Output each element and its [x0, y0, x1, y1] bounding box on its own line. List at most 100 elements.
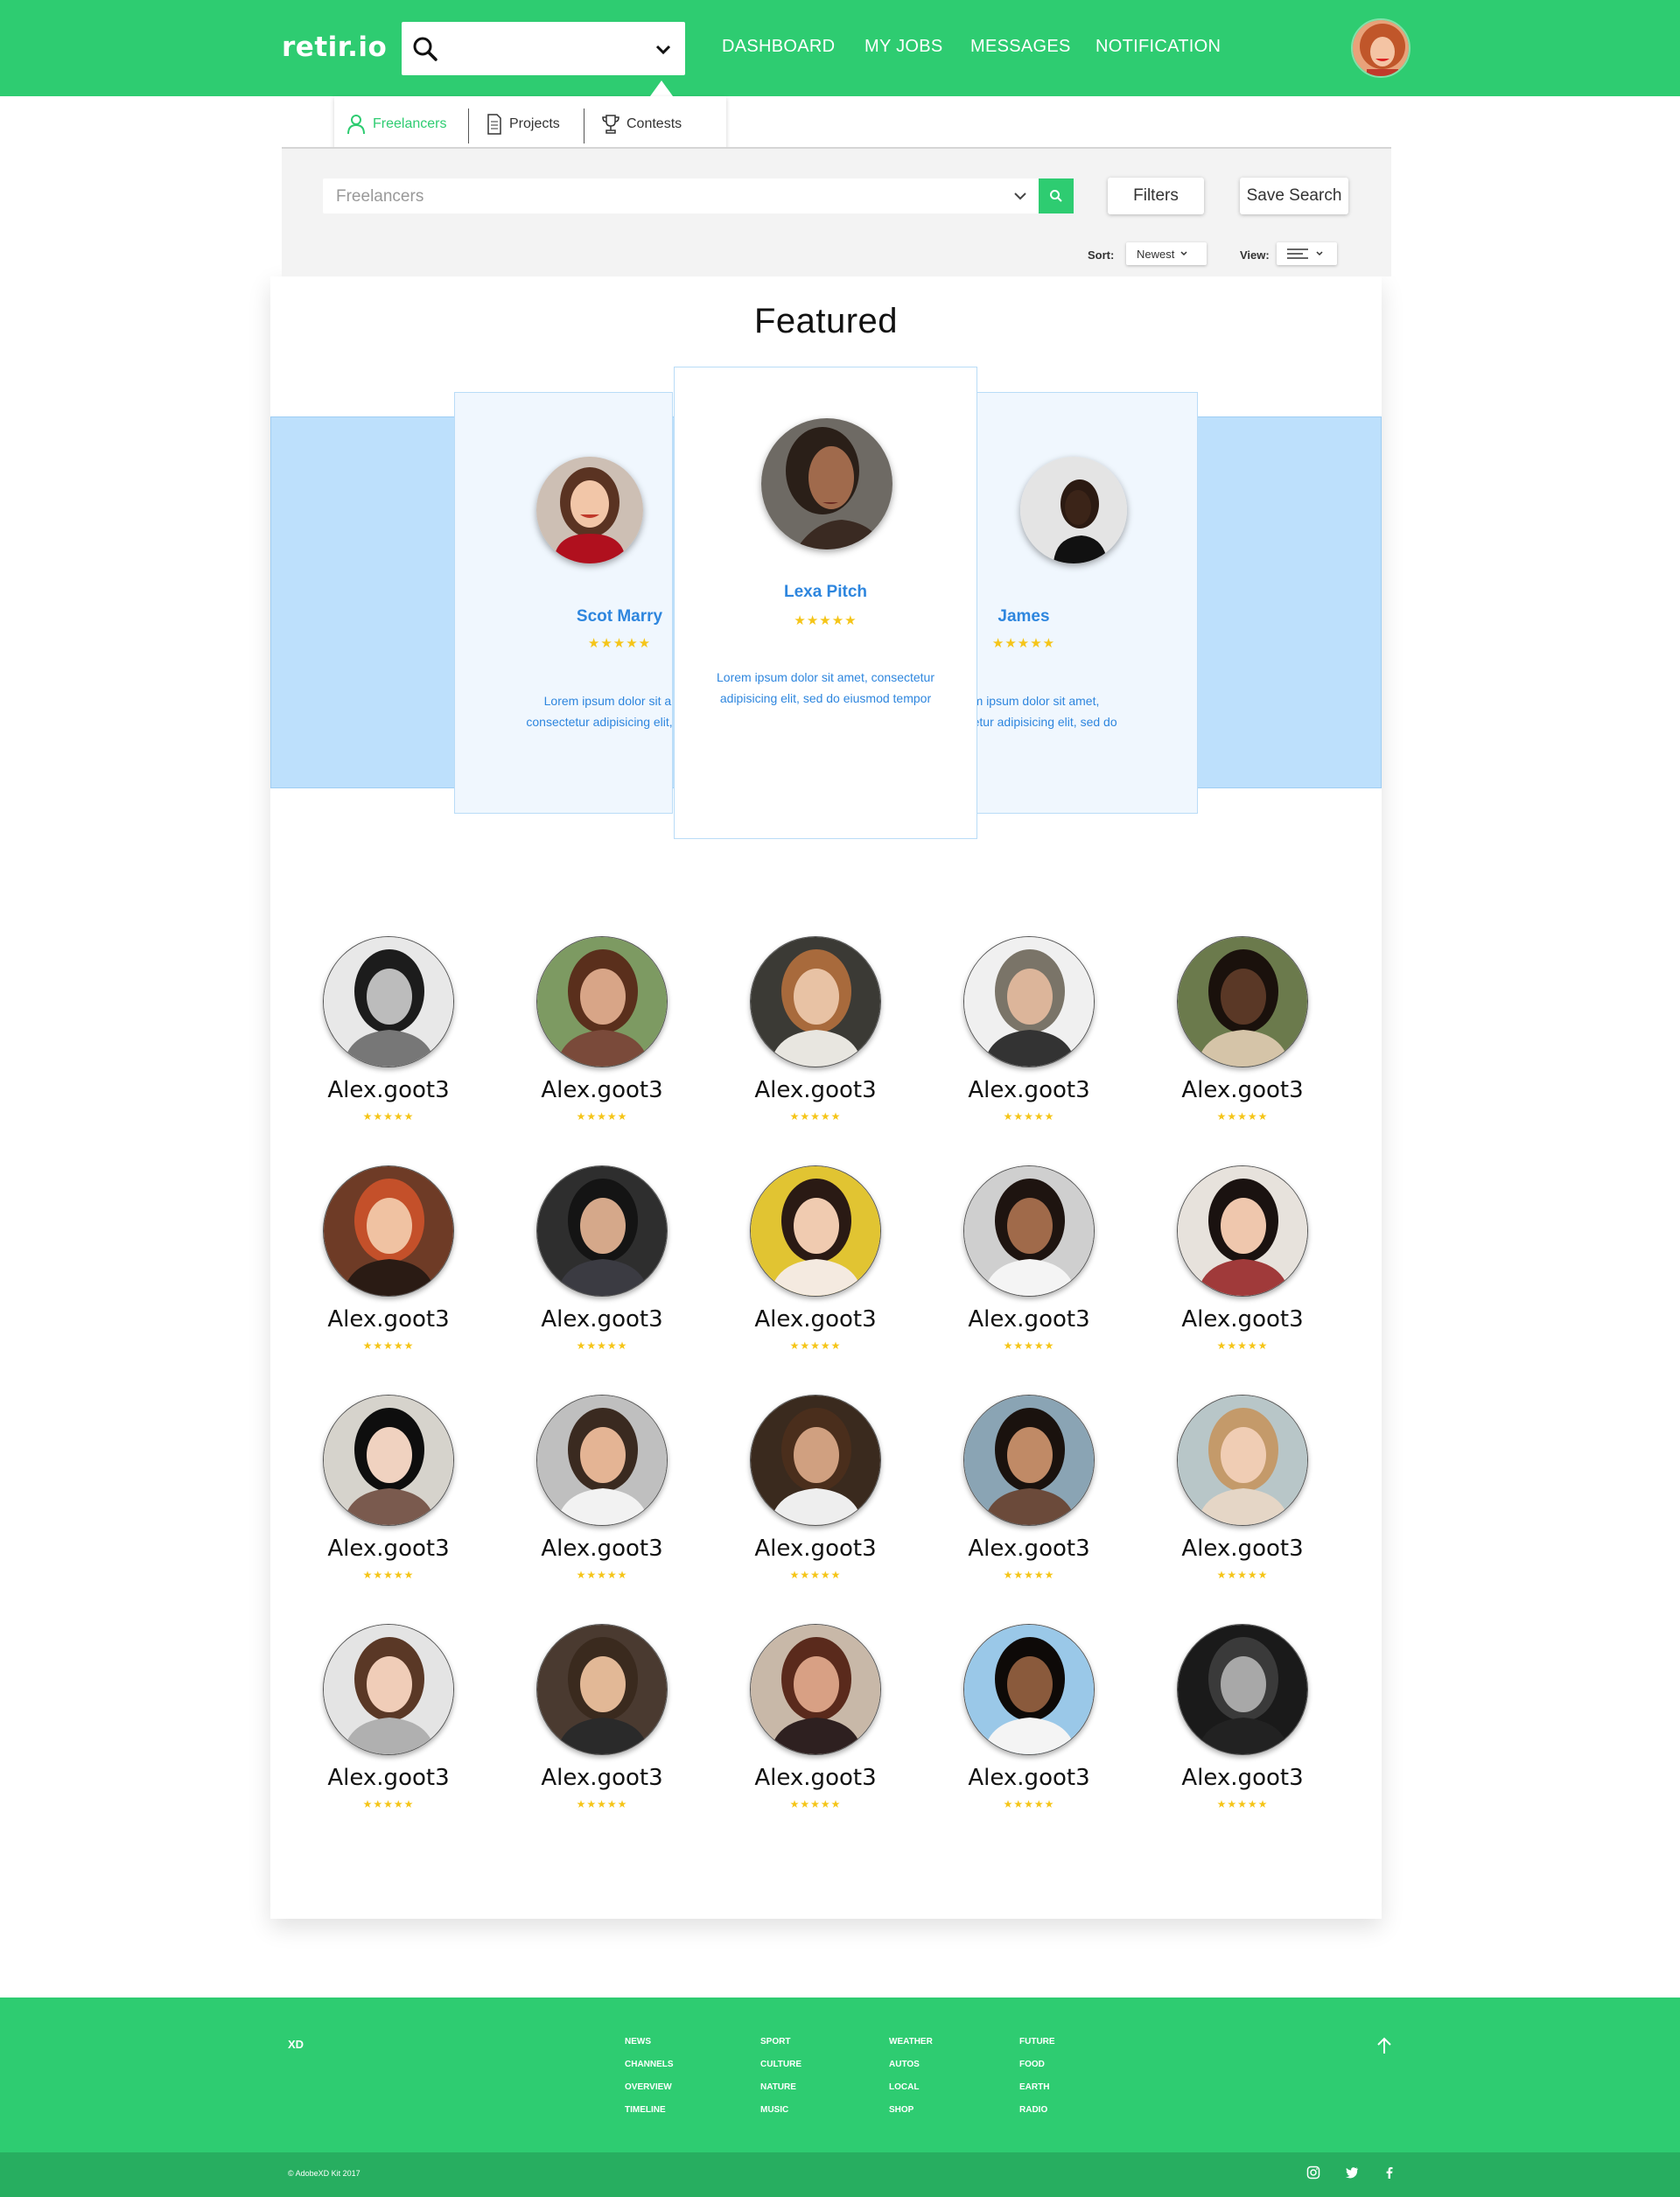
chevron-down-icon — [1316, 251, 1323, 256]
view-select[interactable] — [1277, 242, 1337, 265]
freelancer-name[interactable]: Alex.goot3 — [942, 1765, 1116, 1791]
footer-link[interactable]: NEWS — [625, 2036, 674, 2059]
filters-button[interactable]: Filters — [1108, 178, 1204, 214]
freelancer-photo — [536, 1624, 668, 1755]
featured-card[interactable]: Scot Marry ★★★★★ Lorem ipsum dolor sit a… — [454, 392, 673, 814]
freelancer-card[interactable]: Alex.goot3 ★★★★★ — [1155, 1395, 1330, 1596]
freelancer-name[interactable]: Alex.goot3 — [301, 1536, 476, 1562]
nav-dashboard[interactable]: DASHBOARD — [722, 37, 835, 57]
freelancer-name[interactable]: Alex.goot3 — [514, 1077, 690, 1103]
footer-link[interactable]: LOCAL — [889, 2082, 933, 2104]
freelancer-card[interactable]: Alex.goot3 ★★★★★ — [942, 1165, 1116, 1367]
footer-column: WEATHER AUTOS LOCAL SHOP — [889, 2036, 933, 2127]
twitter-icon[interactable] — [1345, 2166, 1359, 2180]
freelancer-photo — [323, 1165, 454, 1297]
footer-link[interactable]: EARTH — [1019, 2082, 1055, 2104]
freelancer-photo — [750, 936, 881, 1067]
footer-link[interactable]: SPORT — [760, 2036, 802, 2059]
freelancer-card[interactable]: Alex.goot3 ★★★★★ — [942, 1395, 1116, 1596]
search-toolbar: Freelancers Filters Save Search Sort: Ne… — [282, 147, 1391, 276]
sort-select[interactable]: Newest — [1126, 242, 1207, 265]
freelancer-photo — [536, 1165, 668, 1297]
freelancer-name[interactable]: Alex.goot3 — [301, 1765, 476, 1791]
freelancer-card[interactable]: Alex.goot3 ★★★★★ — [728, 936, 903, 1137]
footer-link[interactable]: TIMELINE — [625, 2104, 674, 2127]
footer-link[interactable]: CHANNELS — [625, 2059, 674, 2082]
freelancer-card[interactable]: Alex.goot3 ★★★★★ — [1155, 1624, 1330, 1825]
freelancer-name[interactable]: Alex.goot3 — [728, 1077, 903, 1103]
instagram-icon[interactable] — [1306, 2166, 1320, 2180]
freelancer-name[interactable]: Alex.goot3 — [514, 1536, 690, 1562]
freelancer-name[interactable]: Alex.goot3 — [1155, 1765, 1330, 1791]
search-submit-button[interactable] — [1039, 178, 1074, 213]
freelancer-card[interactable]: Alex.goot3 ★★★★★ — [1155, 936, 1330, 1137]
freelancer-card[interactable]: Alex.goot3 ★★★★★ — [1155, 1165, 1330, 1367]
facebook-icon[interactable] — [1382, 2166, 1396, 2180]
freelancer-name[interactable]: Alex.goot3 — [728, 1306, 903, 1333]
footer-link[interactable]: WEATHER — [889, 2036, 933, 2059]
rating-stars: ★★★★★ — [1216, 1569, 1269, 1581]
freelancer-name[interactable]: James — [973, 607, 1197, 626]
footer-link[interactable]: FOOD — [1019, 2059, 1055, 2082]
rating-stars: ★★★★★ — [362, 1340, 415, 1352]
footer-brand[interactable]: XD — [288, 2038, 304, 2051]
nav-my-jobs[interactable]: MY JOBS — [864, 37, 943, 57]
freelancer-card[interactable]: Alex.goot3 ★★★★★ — [514, 1395, 690, 1596]
chevron-down-icon[interactable] — [654, 39, 673, 59]
freelancer-card[interactable]: Alex.goot3 ★★★★★ — [942, 936, 1116, 1137]
freelancer-name[interactable]: Alex.goot3 — [1155, 1306, 1330, 1333]
tab-freelancers[interactable]: Freelancers — [346, 96, 446, 151]
nav-notification[interactable]: NOTIFICATION — [1096, 37, 1221, 57]
freelancer-name[interactable]: Alex.goot3 — [942, 1077, 1116, 1103]
freelancer-card[interactable]: Alex.goot3 ★★★★★ — [301, 1165, 476, 1367]
freelancer-name[interactable]: Lexa Pitch — [675, 583, 976, 602]
footer-link[interactable]: RADIO — [1019, 2104, 1055, 2127]
user-avatar[interactable] — [1351, 18, 1410, 78]
freelancer-card[interactable]: Alex.goot3 ★★★★★ — [514, 1624, 690, 1825]
footer-link[interactable]: FUTURE — [1019, 2036, 1055, 2059]
app-logo[interactable]: retir.io — [282, 31, 387, 63]
freelancer-card[interactable]: Alex.goot3 ★★★★★ — [514, 936, 690, 1137]
rating-stars: ★★★★★ — [576, 1340, 628, 1352]
freelancer-name[interactable]: Alex.goot3 — [942, 1536, 1116, 1562]
freelancer-name[interactable]: Alex.goot3 — [728, 1765, 903, 1791]
freelancer-card[interactable]: Alex.goot3 ★★★★★ — [514, 1165, 690, 1367]
footer-link[interactable]: AUTOS — [889, 2059, 933, 2082]
top-navbar: retir.io DASHBOARD MY JOBS MESSAGES NOTI… — [0, 0, 1680, 96]
freelancer-card[interactable]: Alex.goot3 ★★★★★ — [728, 1624, 903, 1825]
freelancer-card[interactable]: Alex.goot3 ★★★★★ — [728, 1165, 903, 1367]
freelancer-name[interactable]: Alex.goot3 — [301, 1077, 476, 1103]
rating-stars: ★★★★★ — [1003, 1340, 1055, 1352]
footer-link[interactable]: OVERVIEW — [625, 2082, 674, 2104]
freelancer-name[interactable]: Alex.goot3 — [1155, 1077, 1330, 1103]
nav-messages[interactable]: MESSAGES — [970, 37, 1071, 57]
rating-stars: ★★★★★ — [789, 1798, 842, 1810]
arrow-up-icon[interactable] — [1376, 2036, 1393, 2055]
freelancer-name[interactable]: Alex.goot3 — [942, 1306, 1116, 1333]
footer-link[interactable]: CULTURE — [760, 2059, 802, 2082]
tab-projects[interactable]: Projects — [486, 96, 560, 151]
freelancer-card[interactable]: Alex.goot3 ★★★★★ — [301, 936, 476, 1137]
freelancer-name[interactable]: Alex.goot3 — [1155, 1536, 1330, 1562]
featured-card[interactable]: James ★★★★★ Lorem ipsum dolor sit amet, … — [972, 392, 1198, 814]
freelancer-photo — [1177, 936, 1308, 1067]
footer-link[interactable]: NATURE — [760, 2082, 802, 2104]
global-search[interactable] — [402, 22, 685, 75]
featured-card-active[interactable]: Lexa Pitch ★★★★★ Lorem ipsum dolor sit a… — [674, 367, 977, 839]
freelancer-card[interactable]: Alex.goot3 ★★★★★ — [728, 1395, 903, 1596]
freelancer-card[interactable]: Alex.goot3 ★★★★★ — [301, 1624, 476, 1825]
global-search-input[interactable] — [447, 34, 640, 62]
category-select[interactable]: Freelancers — [323, 178, 1039, 213]
footer-link[interactable]: SHOP — [889, 2104, 933, 2127]
freelancer-card[interactable]: Alex.goot3 ★★★★★ — [301, 1395, 476, 1596]
tab-contests[interactable]: Contests — [602, 96, 682, 151]
freelancer-name[interactable]: Alex.goot3 — [728, 1536, 903, 1562]
freelancer-photo — [536, 1395, 668, 1526]
freelancer-name[interactable]: Alex.goot3 — [514, 1765, 690, 1791]
save-search-button[interactable]: Save Search — [1240, 178, 1348, 214]
freelancer-name[interactable]: Scot Marry — [455, 607, 672, 626]
freelancer-name[interactable]: Alex.goot3 — [514, 1306, 690, 1333]
footer-link[interactable]: MUSIC — [760, 2104, 802, 2127]
freelancer-card[interactable]: Alex.goot3 ★★★★★ — [942, 1624, 1116, 1825]
freelancer-name[interactable]: Alex.goot3 — [301, 1306, 476, 1333]
